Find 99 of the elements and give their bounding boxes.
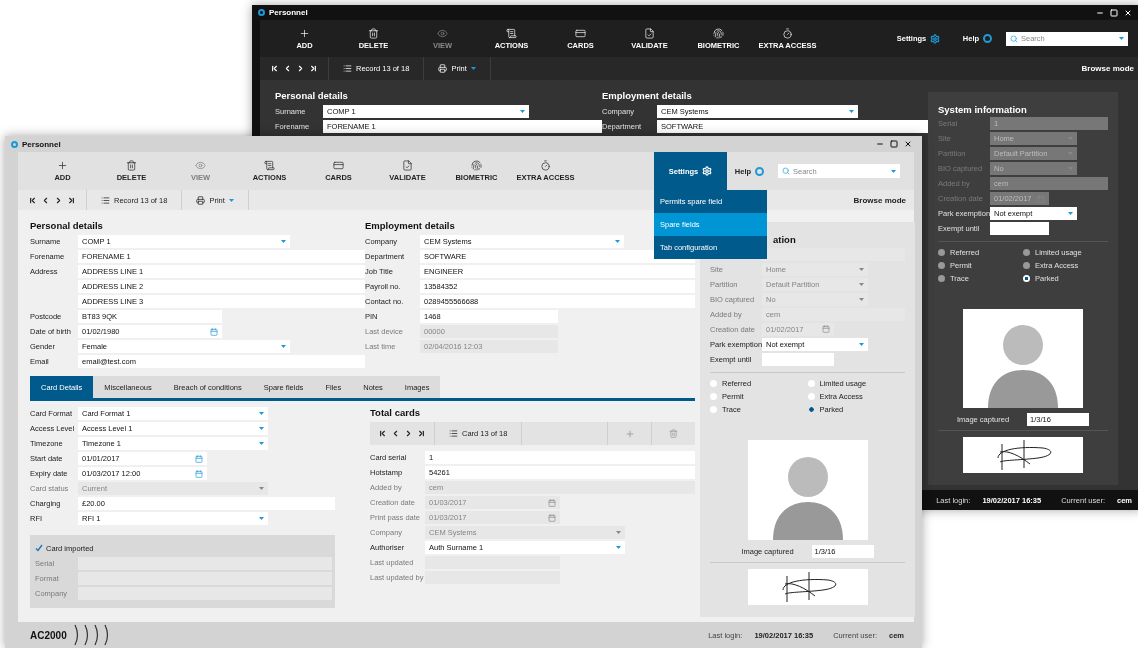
next-icon[interactable]	[404, 429, 413, 438]
checkbox[interactable]	[35, 544, 43, 552]
close-icon[interactable]	[904, 140, 912, 148]
plus-icon	[57, 160, 68, 171]
help-icon	[983, 34, 993, 43]
section-heading: Employment details	[602, 90, 692, 103]
close-icon[interactable]	[1124, 8, 1132, 17]
caret-icon	[259, 517, 265, 520]
radio-button[interactable]	[938, 275, 945, 283]
search-icon	[782, 167, 790, 175]
search-icon	[1010, 34, 1018, 43]
caret-icon	[858, 342, 864, 346]
caret-icon	[228, 198, 234, 202]
caret-icon	[615, 546, 621, 549]
printer-icon	[438, 64, 448, 73]
file-check-icon	[644, 27, 655, 39]
stopwatch-icon	[540, 160, 551, 171]
scroll-icon	[506, 27, 517, 39]
printer-icon	[196, 195, 206, 205]
next-icon[interactable]	[54, 195, 63, 205]
section-heading: ation	[773, 234, 796, 247]
mode-label: Browse mode	[1081, 64, 1135, 73]
radio-button[interactable]	[1023, 249, 1030, 257]
caret-icon	[614, 240, 620, 243]
trash-icon	[669, 429, 678, 438]
fingerprint-icon	[713, 27, 724, 39]
settings-icon	[930, 33, 941, 44]
trash-icon	[368, 27, 379, 39]
radio-button[interactable]	[1023, 262, 1030, 270]
caret-icon	[520, 110, 526, 113]
logo-arcs-icon	[72, 624, 109, 646]
caret-icon	[259, 487, 265, 490]
plus-icon	[624, 428, 635, 439]
first-icon[interactable]	[270, 64, 279, 73]
radio-button[interactable]	[710, 392, 717, 400]
plus-icon	[299, 27, 310, 39]
mode-label: Browse mode	[853, 195, 907, 205]
settings-icon	[702, 166, 713, 176]
previous-icon[interactable]	[283, 64, 292, 73]
radio-button[interactable]	[710, 379, 717, 387]
stopwatch-icon	[782, 27, 793, 39]
next-icon[interactable]	[296, 64, 305, 73]
list-icon	[449, 429, 458, 438]
caret-icon	[281, 240, 287, 243]
caret-icon	[259, 427, 265, 430]
caret-icon	[891, 169, 896, 173]
radio-button[interactable]	[938, 249, 945, 257]
caret-icon	[858, 267, 864, 271]
scroll-icon	[264, 160, 275, 171]
calendar-icon[interactable]	[209, 327, 218, 336]
caret-icon	[848, 110, 854, 113]
card-icon	[333, 160, 344, 171]
caret-icon	[858, 297, 864, 301]
calendar-icon[interactable]	[194, 469, 203, 478]
section-heading: Employment details	[365, 220, 455, 233]
caret-icon	[858, 282, 864, 286]
first-icon[interactable]	[28, 195, 37, 205]
section-heading: Total cards	[370, 407, 420, 420]
caret-icon	[281, 345, 287, 348]
radio-button[interactable]	[1023, 275, 1030, 283]
input-field[interactable]	[762, 352, 834, 366]
file-check-icon	[402, 160, 413, 171]
list-icon	[343, 64, 352, 73]
first-icon[interactable]	[378, 429, 387, 438]
trash-icon	[126, 160, 137, 171]
fingerprint-icon	[471, 160, 482, 171]
caret-icon	[470, 67, 476, 70]
caret-icon	[259, 412, 265, 415]
previous-icon[interactable]	[41, 195, 50, 205]
radio-button[interactable]	[938, 262, 945, 270]
caret-icon	[1068, 212, 1074, 216]
caret-icon	[1119, 37, 1124, 40]
input-field[interactable]	[990, 222, 1049, 236]
radio-button[interactable]	[807, 405, 815, 413]
caret-icon	[615, 531, 621, 534]
logo-text: AC2000	[30, 629, 67, 641]
section-heading: Personal details	[275, 90, 348, 103]
minimize-icon[interactable]	[876, 140, 884, 148]
window-title: Personnel	[22, 139, 61, 149]
help-icon	[755, 166, 765, 176]
maximize-icon[interactable]	[890, 140, 898, 148]
caret-icon	[259, 442, 265, 445]
calendar-icon[interactable]	[194, 454, 203, 463]
section-heading: Personal details	[30, 220, 103, 233]
eye-icon	[195, 160, 206, 171]
previous-icon[interactable]	[391, 429, 400, 438]
last-icon[interactable]	[309, 64, 318, 73]
window-title: Personnel	[269, 8, 308, 17]
section-heading: System information	[938, 104, 1027, 117]
radio-button[interactable]	[710, 405, 717, 413]
last-icon[interactable]	[417, 429, 426, 438]
app-icon	[11, 140, 18, 148]
radio-button[interactable]	[807, 379, 815, 387]
list-icon	[101, 195, 110, 205]
card-icon	[575, 27, 586, 39]
eye-icon	[437, 27, 448, 39]
radio-button[interactable]	[807, 392, 815, 400]
app-icon	[258, 9, 265, 16]
last-icon[interactable]	[67, 195, 76, 205]
